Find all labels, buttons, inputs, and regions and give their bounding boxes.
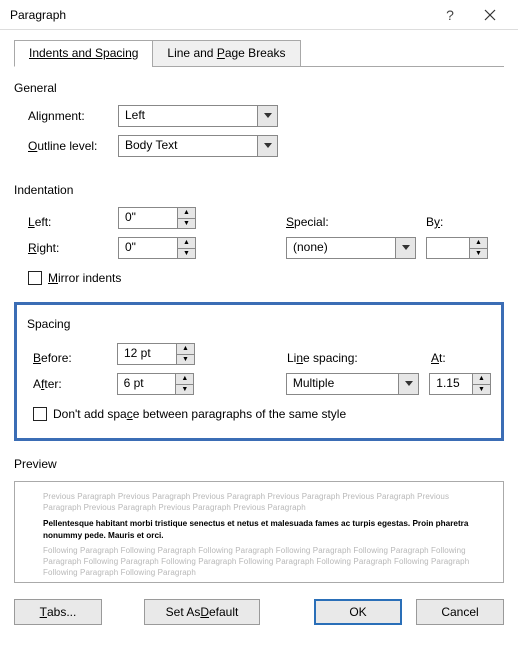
close-button[interactable] [470, 1, 510, 29]
mirror-indents-checkbox[interactable]: Mirror indents [28, 271, 121, 285]
spin-up-icon[interactable]: ▲ [176, 374, 193, 385]
chevron-down-icon [398, 374, 418, 394]
left-indent-spinner[interactable]: 0"▲▼ [118, 207, 196, 229]
right-indent-spinner[interactable]: 0"▲▼ [118, 237, 196, 259]
group-indentation: Indentation [14, 183, 504, 197]
spin-up-icon[interactable]: ▲ [178, 208, 195, 219]
after-spinner[interactable]: 6 pt▲▼ [117, 373, 195, 395]
by-value [427, 238, 469, 258]
before-label: Before: [33, 351, 117, 365]
preview-following: Following Paragraph Following Paragraph … [43, 546, 475, 578]
linespacing-value: Multiple [287, 374, 398, 394]
special-value: (none) [287, 238, 395, 258]
before-value: 12 pt [118, 344, 176, 364]
at-value: 1.15 [430, 374, 472, 394]
by-spinner[interactable]: ▲▼ [426, 237, 488, 259]
tab-indents-label: Indents and Spacing [29, 46, 138, 60]
outline-level-label: Outline level: [28, 139, 118, 153]
chevron-down-icon [257, 106, 277, 126]
spin-down-icon[interactable]: ▼ [473, 385, 490, 395]
left-indent-value: 0" [119, 208, 177, 228]
group-spacing: Spacing [27, 317, 491, 331]
spin-down-icon[interactable]: ▼ [178, 219, 195, 229]
group-general: General [14, 81, 504, 95]
footer: Tabs... Set As Default OK Cancel [14, 599, 504, 625]
linespacing-label: Line spacing: [287, 351, 431, 365]
checkbox-box [33, 407, 47, 421]
at-label: At: [431, 351, 471, 365]
special-dropdown[interactable]: (none) [286, 237, 416, 259]
titlebar: Paragraph ? [0, 0, 518, 30]
dont-add-space-label: Don't add space between paragraphs of th… [53, 407, 346, 421]
tab-line-page-breaks[interactable]: Line and Page Breaks [152, 40, 300, 67]
before-spinner[interactable]: 12 pt▲▼ [117, 343, 195, 365]
set-default-button[interactable]: Set As Default [144, 599, 260, 625]
checkbox-box [28, 271, 42, 285]
left-label: Left: [28, 215, 118, 229]
window-title: Paragraph [10, 8, 430, 22]
right-indent-value: 0" [119, 238, 177, 258]
spin-up-icon[interactable]: ▲ [178, 238, 195, 249]
special-label: Special: [286, 215, 426, 229]
close-icon [484, 9, 496, 21]
dont-add-space-checkbox[interactable]: Don't add space between paragraphs of th… [33, 407, 346, 421]
chevron-down-icon [257, 136, 277, 156]
mirror-indents-label: Mirror indents [48, 271, 121, 285]
tabs-button[interactable]: Tabs... [14, 599, 102, 625]
ok-button[interactable]: OK [314, 599, 402, 625]
spin-down-icon[interactable]: ▼ [176, 385, 193, 395]
outline-level-dropdown[interactable]: Body Text [118, 135, 278, 157]
spin-up-icon[interactable]: ▲ [177, 344, 194, 355]
alignment-value: Left [119, 106, 257, 126]
tabstrip: Indents and Spacing Line and Page Breaks [14, 40, 504, 67]
cancel-button[interactable]: Cancel [416, 599, 504, 625]
chevron-down-icon [395, 238, 415, 258]
at-spinner[interactable]: 1.15▲▼ [429, 373, 491, 395]
alignment-label: Alignment: [28, 109, 118, 123]
spacing-section: Spacing Before: 12 pt▲▼ Line spacing: At… [14, 302, 504, 441]
spin-down-icon[interactable]: ▼ [177, 355, 194, 365]
tab-indents-spacing[interactable]: Indents and Spacing [14, 40, 153, 67]
linespacing-dropdown[interactable]: Multiple [286, 373, 419, 395]
group-preview: Preview [14, 457, 504, 471]
help-button[interactable]: ? [430, 1, 470, 29]
preview-previous: Previous Paragraph Previous Paragraph Pr… [43, 492, 475, 514]
tab-breaks-label: Line and Page Breaks [167, 46, 285, 60]
spin-up-icon[interactable]: ▲ [470, 238, 487, 249]
preview-box: Previous Paragraph Previous Paragraph Pr… [14, 481, 504, 583]
after-label: After: [33, 377, 117, 391]
spin-up-icon[interactable]: ▲ [473, 374, 490, 385]
spin-down-icon[interactable]: ▼ [178, 249, 195, 259]
alignment-dropdown[interactable]: Left [118, 105, 278, 127]
outline-level-value: Body Text [119, 136, 257, 156]
preview-sample: Pellentesque habitant morbi tristique se… [43, 518, 475, 543]
spin-down-icon[interactable]: ▼ [470, 249, 487, 259]
by-label: By: [426, 215, 486, 229]
after-value: 6 pt [118, 374, 176, 394]
right-label: Right: [28, 241, 118, 255]
